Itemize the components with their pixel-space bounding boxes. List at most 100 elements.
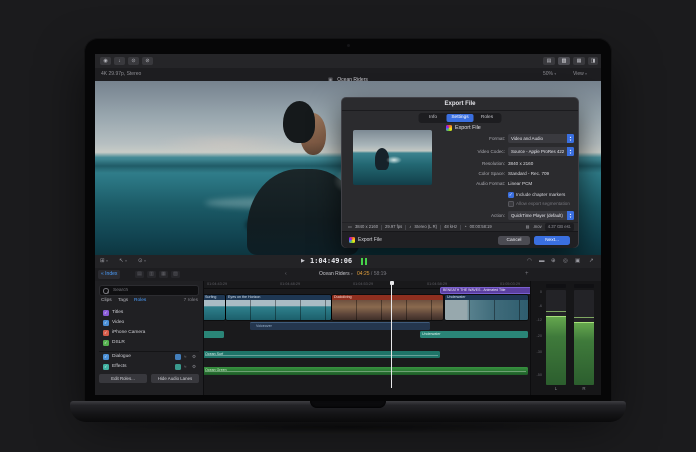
lane-view-icon[interactable]: ▧	[171, 271, 180, 278]
lane-view-icon[interactable]: ▦	[159, 271, 168, 278]
color-space-value: Standard - Rec. 709	[508, 171, 550, 176]
ruler-timecode: 01:04:43:29	[207, 282, 228, 286]
display-icon: ▭	[348, 224, 352, 229]
tab-info[interactable]: Info	[420, 114, 447, 122]
video-clip-duckdiving[interactable]: Duckdiving	[332, 295, 443, 320]
playhead[interactable]	[389, 281, 394, 388]
role-checkbox[interactable]: ✓	[103, 320, 109, 326]
format-label: Format:	[489, 136, 505, 141]
timeline-index-panel: Clips Tags Roles 7 roles ✓ Titles ✓ Vide…	[95, 281, 204, 395]
play-icon[interactable]: ▶	[301, 255, 305, 268]
audio-meters-toggle-icon[interactable]: ▣	[575, 255, 580, 268]
dropdown-carets-icon: ▴ ▾	[567, 147, 574, 156]
peak-readout-left	[546, 284, 566, 288]
select-tool-icon[interactable]: ↖ ▾	[119, 255, 127, 268]
allow-export-segmentation-checkbox[interactable]	[508, 201, 514, 207]
action-dropdown[interactable]: QuickTime Player (default) ▴ ▾	[508, 211, 574, 220]
export-file-dialog: Export File Info Settings Roles Export F…	[341, 97, 579, 248]
title-clip[interactable]: BENEATH THE WAVES - Animated Title	[440, 287, 532, 294]
product-shot-stage: ◉ ↓ ⊙ ⊘ ▤ ▥ ▦ ◨ 4K 29.97p, Stereo ▣ Ocea…	[0, 0, 696, 452]
browser-toggle-icon[interactable]: ▤	[543, 57, 555, 65]
video-clip-eyes-on-the-horizon[interactable]: Eyes on the Horizon	[226, 295, 331, 320]
connect-edit-icon[interactable]: ◉	[100, 57, 111, 65]
index-button[interactable]: « Index	[98, 270, 121, 279]
cancel-button[interactable]: Cancel	[498, 235, 530, 245]
zoom-level-dropdown[interactable]: 50% ▾	[543, 68, 556, 81]
hide-audio-lanes-button[interactable]: Hide Audio Lanes	[151, 374, 199, 383]
db-scale-label: -12	[536, 318, 543, 322]
include-chapter-markers-checkbox[interactable]: ✓	[508, 192, 514, 198]
audio-wave-icon[interactable]: ≈	[184, 364, 186, 370]
video-clip-underwater[interactable]: Underwater	[445, 295, 528, 320]
file-icon: ▤	[525, 224, 530, 229]
surfer-hair	[283, 101, 315, 143]
index-tab-roles[interactable]: Roles	[134, 297, 146, 305]
video-clip-surfing[interactable]: Surfing	[203, 295, 225, 320]
next-button[interactable]: Next...	[534, 235, 570, 245]
tab-roles[interactable]: Roles	[474, 114, 501, 122]
summary-size-estimate: 4.37 GB est.	[544, 223, 574, 231]
index-search-field[interactable]	[99, 285, 199, 296]
append-edit-icon[interactable]: ⊙	[128, 57, 139, 65]
inspector-toggle-icon[interactable]: ▦	[573, 57, 585, 65]
role-row-dslr[interactable]: ✓ DSLR	[95, 339, 203, 348]
export-preview-thumbnail	[353, 130, 432, 185]
allow-export-segmentation-label: Allow export segmentation	[516, 201, 570, 206]
music-audio-clip[interactable]: Ocean Green	[203, 367, 528, 375]
next-project-arrow[interactable]: ›	[385, 268, 387, 281]
add-project-icon[interactable]: +	[525, 268, 529, 281]
edit-roles-button[interactable]: Edit Roles...	[99, 374, 147, 383]
divider	[342, 110, 578, 111]
role-checkbox[interactable]: ✓	[103, 364, 109, 370]
index-tab-tags[interactable]: Tags	[118, 297, 128, 305]
insert-edit-icon[interactable]: ↓	[114, 57, 125, 65]
summary-audio: Stereo (L R)	[414, 224, 438, 229]
snapping-icon[interactable]: ◎	[563, 255, 568, 268]
format-dropdown[interactable]: Video and Audio ▴ ▾	[508, 134, 574, 143]
previous-project-arrow[interactable]: ‹	[285, 268, 287, 281]
timeline-toggle-icon[interactable]: ▥	[558, 57, 570, 65]
role-row-video[interactable]: ✓ Video	[95, 319, 203, 328]
view-dropdown[interactable]: View ▾	[573, 68, 587, 81]
action-label: Action:	[490, 213, 505, 218]
dialog-footer: Export File Cancel Next...	[342, 231, 578, 248]
lane-view-icon[interactable]: ▤	[135, 271, 144, 278]
speaker-icon: ♪	[409, 224, 412, 229]
overwrite-edit-icon[interactable]: ⊘	[142, 57, 153, 65]
voiceover-clip[interactable]: Voiceover	[250, 322, 430, 330]
tab-settings[interactable]: Settings	[446, 114, 474, 122]
role-checkbox[interactable]: ✓	[103, 354, 109, 360]
skimming-icon[interactable]: ◠	[527, 255, 532, 268]
solo-icon[interactable]: ⊕	[551, 255, 556, 268]
index-tab-clips[interactable]: Clips	[101, 297, 112, 305]
db-scale-label: -50	[536, 373, 543, 377]
timeline-display-options-icon[interactable]: ⊞ ▾	[100, 255, 108, 268]
lane-toggle-icon[interactable]	[175, 354, 181, 360]
role-row-iphone-camera[interactable]: ✓ iPhone Camera	[95, 329, 203, 338]
lane-toggle-icon[interactable]	[175, 364, 181, 370]
ruler-timecode: 01:04:48:29	[280, 282, 301, 286]
expand-icon[interactable]: ↗	[589, 255, 594, 268]
role-checkbox[interactable]: ✓	[103, 340, 109, 346]
gear-icon[interactable]: ⚙	[192, 354, 196, 360]
role-row-dialogue[interactable]: ✓ Dialogue ≈ ⚙	[95, 353, 203, 362]
viewer-info-bar: 4K 29.97p, Stereo ▣ Ocean Riders 50% ▾ V…	[95, 68, 601, 83]
audio-wave-icon[interactable]: ≈	[184, 354, 186, 360]
search-input[interactable]	[111, 286, 199, 295]
audio-skimming-icon[interactable]: ▬	[539, 255, 545, 268]
role-checkbox[interactable]: ✓	[103, 310, 109, 316]
gear-icon[interactable]: ⚙	[192, 364, 196, 370]
role-row-effects[interactable]: ✓ Effects ≈ ⚙	[95, 363, 203, 372]
role-checkbox[interactable]: ✓	[103, 330, 109, 336]
clip-appearance-icon[interactable]: ⊙ ▾	[138, 255, 146, 268]
lane-view-icon[interactable]: ▥	[147, 271, 156, 278]
role-row-titles[interactable]: ✓ Titles	[95, 309, 203, 318]
video-codec-dropdown[interactable]: Source - Apple ProRes 422 ▴ ▾	[508, 147, 574, 156]
video-codec-label: Video Codec:	[477, 149, 506, 154]
audio-clip-short[interactable]	[203, 331, 224, 338]
underwater-audio-clip[interactable]: Underwater	[420, 331, 528, 338]
dropdown-carets-icon: ▴ ▾	[567, 211, 574, 220]
timeline-project-dropdown[interactable]: Ocean Riders ▾	[319, 268, 353, 281]
sidebar-toggle-icon[interactable]: ◨	[588, 57, 598, 65]
ocean-surf-audio-clip[interactable]: Ocean Surf	[203, 351, 440, 358]
